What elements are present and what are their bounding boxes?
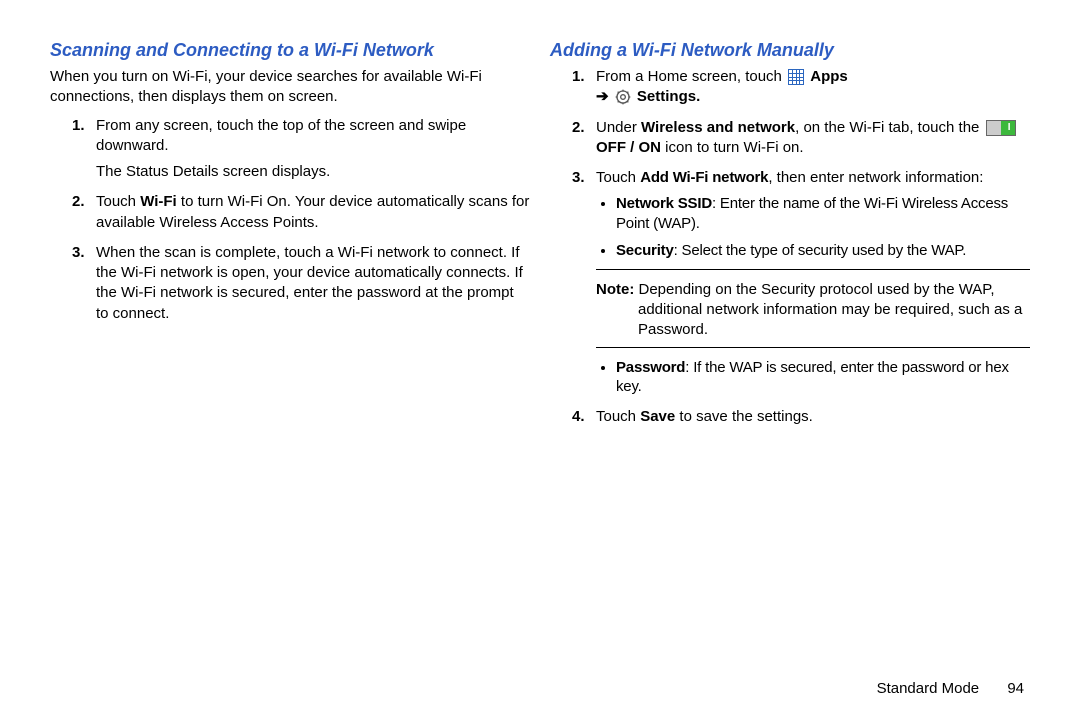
step3r-a: Touch — [596, 169, 640, 186]
step1-text: From any screen, touch the top of the sc… — [96, 117, 466, 154]
heading-scanning: Scanning and Connecting to a Wi-Fi Netwo… — [50, 40, 530, 61]
note-label: Note: — [596, 281, 634, 298]
settings-label: Settings. — [637, 88, 700, 105]
note-text: Depending on the Security protocol used … — [634, 281, 1022, 339]
security-text: : Select the type of security used by th… — [674, 242, 967, 259]
footer-section: Standard Mode — [877, 680, 980, 697]
footer-page-number: 94 — [1007, 680, 1024, 697]
settings-gear-icon — [615, 89, 631, 105]
right-step-1: From a Home screen, touch Apps ➔ Setting… — [596, 67, 1030, 108]
left-column: Scanning and Connecting to a Wi-Fi Netwo… — [40, 40, 540, 670]
save-bold: Save — [640, 408, 675, 425]
step2r-c: , on the Wi-Fi tab, touch the — [795, 119, 983, 136]
step3-text: When the scan is complete, touch a Wi-Fi… — [96, 244, 523, 322]
step2-prefix: Touch — [96, 193, 140, 210]
apps-label: Apps — [810, 68, 848, 85]
security-label: Security — [616, 242, 674, 259]
step3r-c: , then enter network information: — [768, 169, 983, 186]
page-body: Scanning and Connecting to a Wi-Fi Netwo… — [0, 0, 1080, 680]
bullet-security: Security: Select the type of security us… — [616, 241, 1030, 261]
add-wifi-bold: Add Wi-Fi network — [640, 169, 768, 186]
intro-paragraph: When you turn on Wi-Fi, your device sear… — [50, 67, 530, 108]
password-label: Password — [616, 359, 685, 376]
step4r-a: Touch — [596, 408, 640, 425]
network-info-bullets: Network SSID: Enter the name of the Wi-F… — [596, 194, 1030, 261]
step4r-c: to save the settings. — [675, 408, 813, 425]
left-step-1: From any screen, touch the top of the sc… — [96, 116, 530, 183]
left-step-3: When the scan is complete, touch a Wi-Fi… — [96, 243, 530, 324]
step1-result: The Status Details screen displays. — [96, 162, 530, 182]
right-step-2: Under Wireless and network, on the Wi-Fi… — [596, 118, 1030, 159]
bullet-password: Password: If the WAP is secured, enter t… — [616, 358, 1030, 397]
off-on-label: OFF / ON — [596, 139, 661, 156]
page-footer: Standard Mode 94 — [0, 680, 1080, 717]
heading-adding: Adding a Wi-Fi Network Manually — [550, 40, 1030, 61]
divider-top — [596, 269, 1030, 270]
step2r-e: icon to turn Wi-Fi on. — [661, 139, 804, 156]
bullet-ssid: Network SSID: Enter the name of the Wi-F… — [616, 194, 1030, 233]
right-column: Adding a Wi-Fi Network Manually From a H… — [540, 40, 1040, 670]
step1r-prefix: From a Home screen, touch — [596, 68, 786, 85]
right-steps: From a Home screen, touch Apps ➔ Setting… — [550, 67, 1030, 427]
password-bullet-list: Password: If the WAP is secured, enter t… — [596, 358, 1030, 397]
off-on-toggle-icon — [986, 120, 1016, 136]
ssid-label: Network SSID — [616, 195, 712, 212]
wifi-bold: Wi-Fi — [140, 193, 177, 210]
arrow-icon: ➔ — [596, 88, 609, 105]
step2r-a: Under — [596, 119, 641, 136]
right-step-3: Touch Add Wi-Fi network, then enter netw… — [596, 168, 1030, 397]
wireless-network-bold: Wireless and network — [641, 119, 795, 136]
apps-grid-icon — [788, 69, 804, 85]
left-step-2: Touch Wi-Fi to turn Wi-Fi On. Your devic… — [96, 192, 530, 233]
right-step-4: Touch Save to save the settings. — [596, 407, 1030, 427]
divider-bottom — [596, 347, 1030, 348]
note-block: Note: Depending on the Security protocol… — [596, 280, 1030, 341]
left-steps: From any screen, touch the top of the sc… — [50, 116, 530, 324]
